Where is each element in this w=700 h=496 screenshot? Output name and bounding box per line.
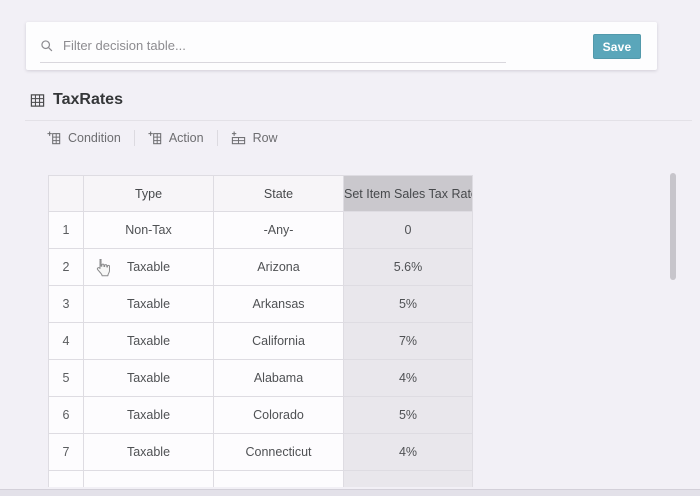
decision-table: Type State Set Item Sales Tax Rate 1 Non… bbox=[48, 175, 473, 487]
state-cell[interactable]: Arizona bbox=[214, 249, 344, 286]
insert-row-label: Row bbox=[253, 131, 278, 145]
type-cell[interactable]: Taxable bbox=[84, 286, 214, 323]
row-number-cell[interactable]: 4 bbox=[49, 323, 84, 360]
page-title: TaxRates bbox=[30, 91, 123, 109]
rate-cell[interactable]: 4% bbox=[344, 434, 473, 471]
state-cell[interactable]: Connecticut bbox=[214, 434, 344, 471]
state-cell[interactable]: Alabama bbox=[214, 360, 344, 397]
type-cell[interactable]: Taxable bbox=[84, 360, 214, 397]
filter-toolbar-card: Save bbox=[26, 22, 657, 70]
vertical-scrollbar-thumb[interactable] bbox=[670, 173, 676, 280]
rate-cell[interactable]: 4% bbox=[344, 360, 473, 397]
decision-table-editor: Save TaxRates Condition bbox=[0, 0, 700, 496]
rate-cell[interactable]: 5.6% bbox=[344, 249, 473, 286]
insert-column-icon bbox=[47, 131, 61, 145]
table-row: 1 Non-Tax -Any- 0 bbox=[49, 212, 473, 249]
page-title-text: TaxRates bbox=[53, 91, 123, 109]
rate-cell[interactable]: 5% bbox=[344, 286, 473, 323]
type-cell[interactable]: Taxable bbox=[84, 397, 214, 434]
state-cell[interactable]: -Any- bbox=[214, 212, 344, 249]
table-row: 3 Taxable Arkansas 5% bbox=[49, 286, 473, 323]
insert-condition-button[interactable]: Condition bbox=[34, 125, 134, 151]
header-cell-action-selected[interactable]: Set Item Sales Tax Rate bbox=[344, 176, 473, 212]
table-row: 7 Taxable Connecticut 4% bbox=[49, 434, 473, 471]
filter-field-wrap bbox=[40, 29, 506, 63]
state-cell[interactable]: Colorado bbox=[214, 397, 344, 434]
insert-action-label: Action bbox=[169, 131, 204, 145]
row-number-cell[interactable]: 1 bbox=[49, 212, 84, 249]
state-cell[interactable]: California bbox=[214, 323, 344, 360]
save-button[interactable]: Save bbox=[593, 34, 641, 59]
table-grid-icon bbox=[30, 93, 45, 108]
table-row-partial bbox=[49, 471, 473, 488]
state-cell[interactable]: Arkansas bbox=[214, 286, 344, 323]
row-number-cell[interactable]: 3 bbox=[49, 286, 84, 323]
insert-action-button[interactable]: Action bbox=[135, 125, 217, 151]
table-row: 4 Taxable California 7% bbox=[49, 323, 473, 360]
insert-row-icon bbox=[231, 131, 246, 145]
header-cell-state[interactable]: State bbox=[214, 176, 344, 212]
header-cell-rownum[interactable] bbox=[49, 176, 84, 212]
type-cell[interactable]: Taxable bbox=[84, 434, 214, 471]
row-number-cell[interactable]: 6 bbox=[49, 397, 84, 434]
insert-row-button[interactable]: Row bbox=[218, 125, 291, 151]
type-cell[interactable]: Taxable bbox=[84, 249, 214, 286]
row-number-cell[interactable]: 5 bbox=[49, 360, 84, 397]
type-cell[interactable]: Non-Tax bbox=[84, 212, 214, 249]
row-number-cell[interactable]: 2 bbox=[49, 249, 84, 286]
rate-cell[interactable]: 7% bbox=[344, 323, 473, 360]
search-icon bbox=[40, 39, 54, 53]
table-row: 5 Taxable Alabama 4% bbox=[49, 360, 473, 397]
insert-condition-label: Condition bbox=[68, 131, 121, 145]
header-cell-type[interactable]: Type bbox=[84, 176, 214, 212]
rate-cell[interactable]: 0 bbox=[344, 212, 473, 249]
header-row: Type State Set Item Sales Tax Rate bbox=[49, 176, 473, 212]
filter-input[interactable] bbox=[63, 38, 506, 53]
rate-cell[interactable]: 5% bbox=[344, 397, 473, 434]
state-cell[interactable] bbox=[214, 471, 344, 488]
table-toolbar: Condition Action Row bbox=[34, 125, 291, 151]
table-row: 2 Taxable Arizona 5.6% bbox=[49, 249, 473, 286]
rate-cell[interactable] bbox=[344, 471, 473, 488]
row-number-cell[interactable]: 7 bbox=[49, 434, 84, 471]
row-number-cell[interactable] bbox=[49, 471, 84, 488]
table-row: 6 Taxable Colorado 5% bbox=[49, 397, 473, 434]
type-cell[interactable]: Taxable bbox=[84, 323, 214, 360]
title-divider bbox=[25, 120, 692, 121]
decision-table-viewport: Type State Set Item Sales Tax Rate 1 Non… bbox=[48, 175, 475, 487]
insert-column-icon bbox=[148, 131, 162, 145]
window-bottom-edge bbox=[0, 489, 700, 496]
type-cell[interactable] bbox=[84, 471, 214, 488]
